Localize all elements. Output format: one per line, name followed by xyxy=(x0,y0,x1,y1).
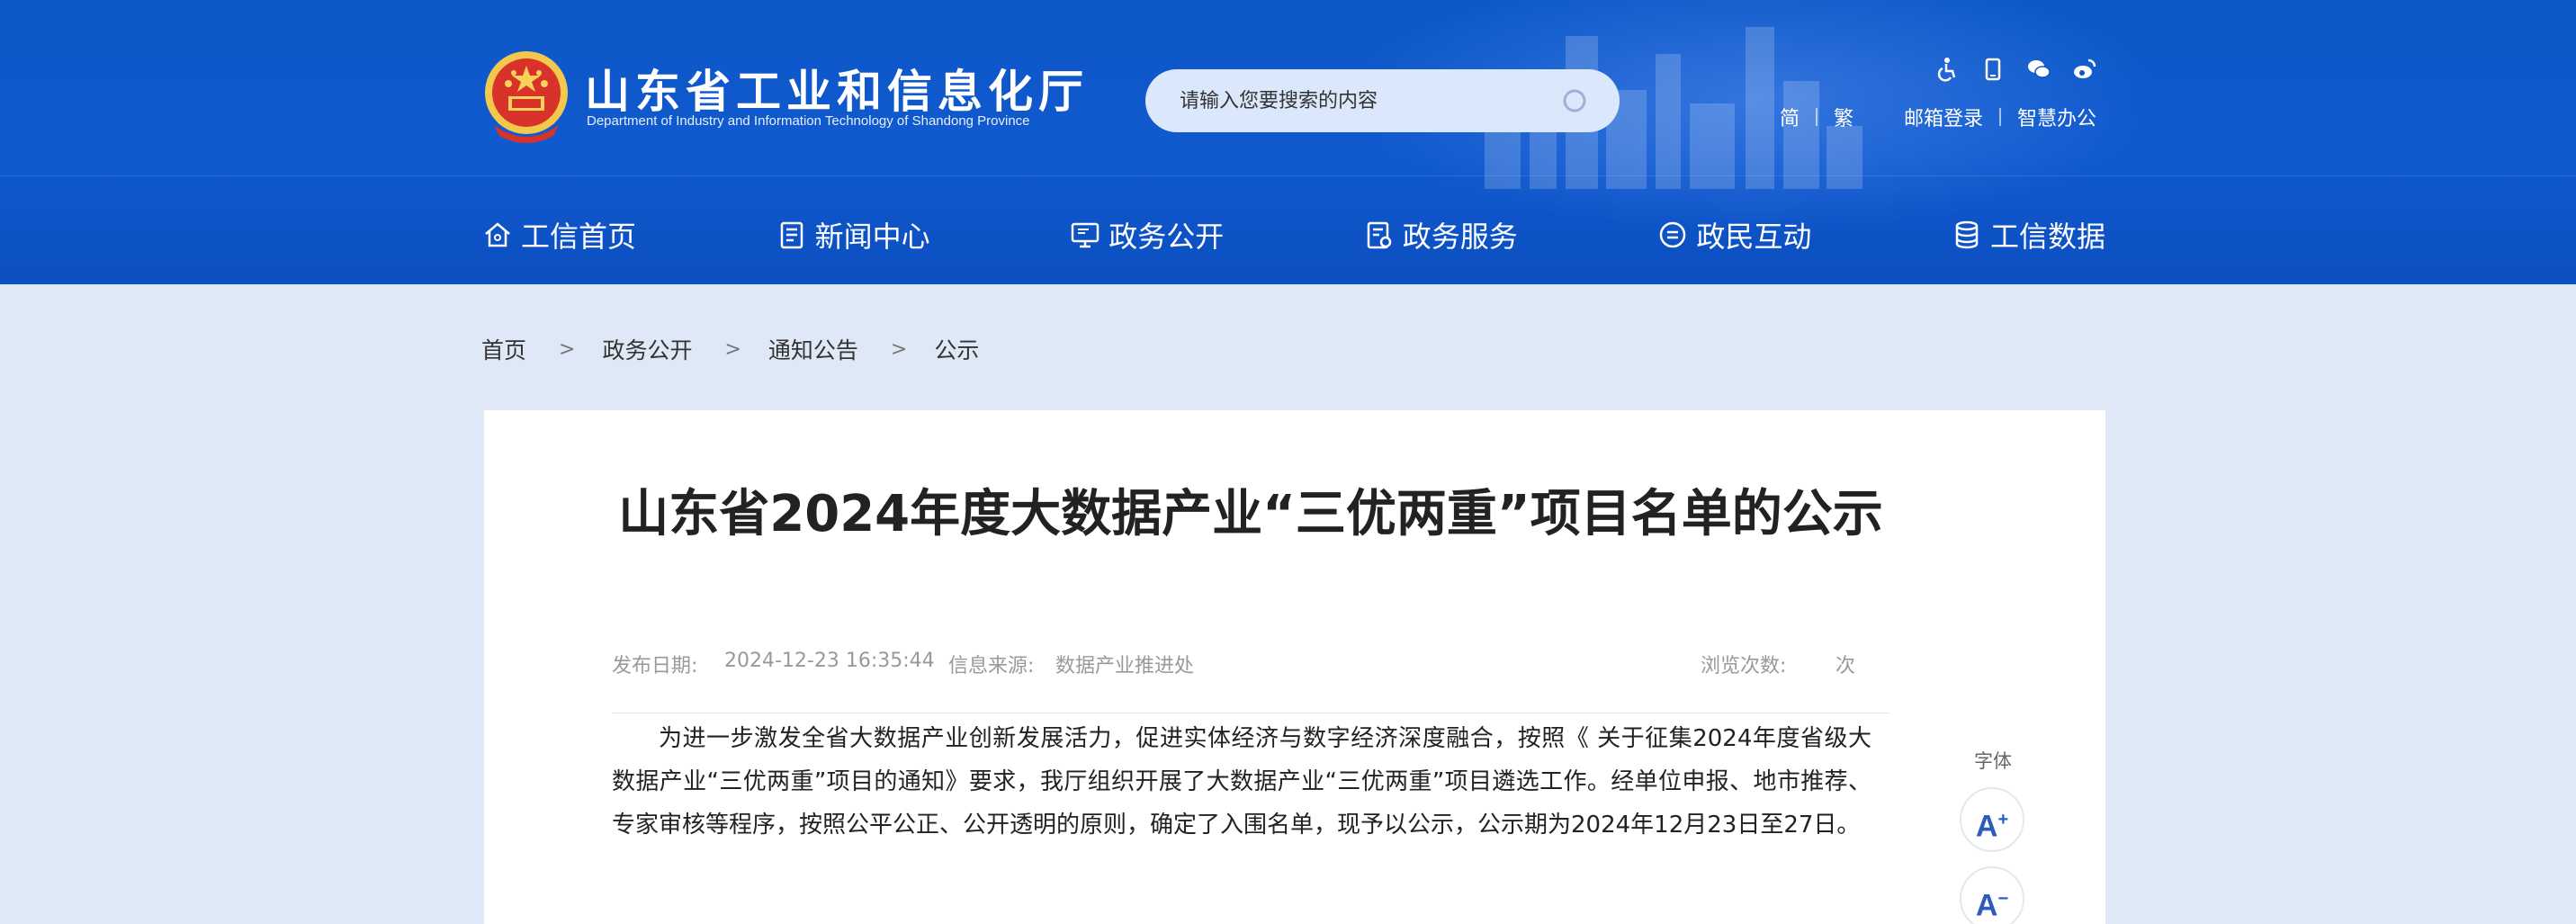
home-icon xyxy=(485,222,510,247)
publish-date-label: 发布日期: xyxy=(612,655,698,677)
nav-item-interaction[interactable]: 政民互动 xyxy=(1656,214,1811,256)
font-increase-button[interactable]: A+ xyxy=(1960,787,2024,852)
main-nav: 工信首页 新闻中心 政务公开 政务服务 政民互动 工信数据 xyxy=(481,212,2105,257)
nav-label: 政民互动 xyxy=(1696,220,1812,254)
font-size-label: 字体 xyxy=(1974,750,2012,772)
views-unit: 次 xyxy=(1836,655,1856,677)
breadcrumb-publicity[interactable]: 公示 xyxy=(934,333,979,365)
search-box xyxy=(1145,69,1620,132)
breadcrumb-separator: > xyxy=(724,337,741,361)
nav-item-home[interactable]: 工信首页 xyxy=(481,214,636,256)
smart-office-link[interactable]: 智慧办公 xyxy=(2017,103,2096,131)
breadcrumb-notices[interactable]: 通知公告 xyxy=(768,333,858,365)
breadcrumb-gov-affairs[interactable]: 政务公开 xyxy=(602,333,692,365)
national-emblem-logo[interactable] xyxy=(481,49,571,147)
monitor-icon xyxy=(1071,222,1100,248)
mobile-icon[interactable] xyxy=(1980,57,2006,82)
breadcrumb-separator: > xyxy=(559,337,576,361)
accessibility-icon[interactable] xyxy=(1934,57,1960,82)
source-label: 信息来源: xyxy=(948,655,1035,677)
article-paragraph: 为进一步激发全省大数据产业创新发展活力，促进实体经济与数字经济深度融合，按照《 … xyxy=(612,725,1871,839)
chat-icon xyxy=(1660,221,1686,248)
search-input[interactable] xyxy=(1180,85,1557,116)
simplified-chinese-link[interactable]: 简 xyxy=(1780,103,1800,131)
breadcrumb-separator: > xyxy=(890,337,908,361)
link-divider xyxy=(1999,108,2002,126)
top-icon-bar xyxy=(1934,57,2097,82)
service-icon xyxy=(1367,221,1392,249)
nav-label: 新闻中心 xyxy=(814,220,930,254)
database-icon xyxy=(1955,220,1979,249)
views-label: 浏览次数: xyxy=(1701,655,1787,677)
nav-item-news[interactable]: 新闻中心 xyxy=(776,214,930,256)
header-divider xyxy=(0,175,2576,176)
site-header: 山东省工业和信息化厅 Department of Industry and In… xyxy=(0,0,2576,284)
news-icon xyxy=(780,221,803,249)
search-icon[interactable] xyxy=(1559,85,1590,116)
link-divider xyxy=(1816,108,1818,126)
nav-label: 政务公开 xyxy=(1108,220,1225,254)
breadcrumb: 首页 > 政务公开 > 通知公告 > 公示 xyxy=(481,333,979,365)
mail-login-link[interactable]: 邮箱登录 xyxy=(1904,103,1983,131)
article-title: 山东省2024年度大数据产业“三优两重”项目名单的公示 xyxy=(618,485,1883,543)
nav-item-gov-affairs[interactable]: 政务公开 xyxy=(1069,214,1224,256)
source-value: 数据产业推进处 xyxy=(1055,655,1195,677)
nav-label: 工信数据 xyxy=(1989,220,2105,254)
nav-label: 工信首页 xyxy=(521,220,637,254)
weibo-icon[interactable] xyxy=(2072,57,2097,82)
font-decrease-button[interactable]: A− xyxy=(1960,866,2024,924)
nav-label: 政务服务 xyxy=(1402,220,1518,254)
breadcrumb-home[interactable]: 首页 xyxy=(481,333,526,365)
wechat-icon[interactable] xyxy=(2026,57,2051,82)
article-body: 为进一步激发全省大数据产业创新发展活力，促进实体经济与数字经济深度融合，按照《 … xyxy=(612,717,1871,847)
site-subtitle: Department of Industry and Information T… xyxy=(587,113,1030,129)
publish-date: 2024-12-23 16:35:44 xyxy=(724,650,935,672)
nav-item-data[interactable]: 工信数据 xyxy=(1951,214,2105,256)
site-title[interactable]: 山东省工业和信息化厅 xyxy=(585,56,1089,121)
top-links: 简 繁 邮箱登录 智慧办公 xyxy=(1780,103,2096,131)
traditional-chinese-link[interactable]: 繁 xyxy=(1834,103,1853,131)
nav-item-gov-service[interactable]: 政务服务 xyxy=(1363,214,1518,256)
